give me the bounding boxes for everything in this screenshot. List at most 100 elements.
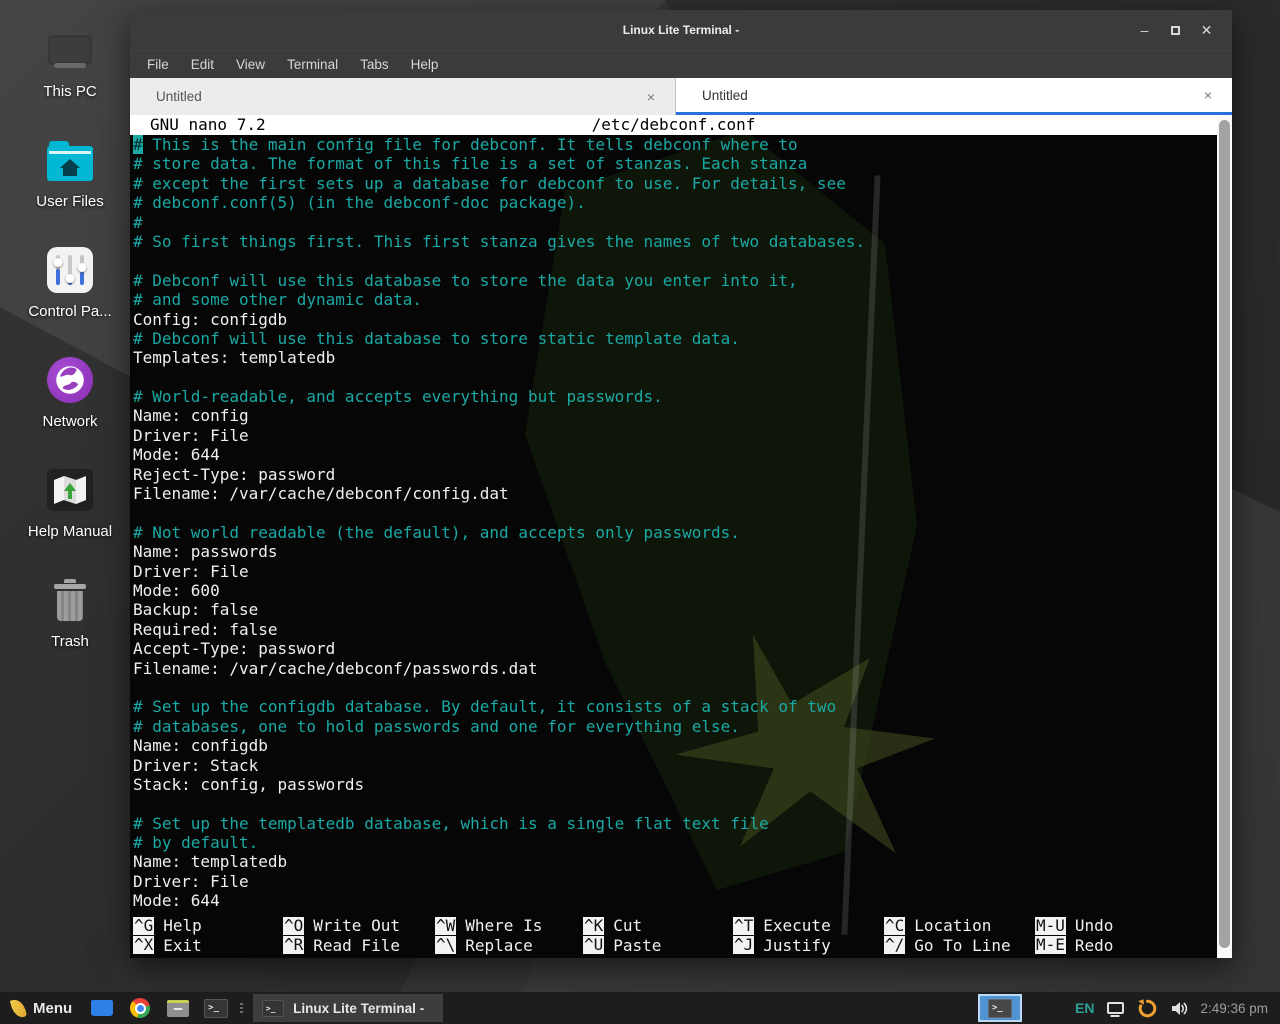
volume-tray[interactable] [1169,996,1189,1020]
terminal-icon: >_ [988,999,1012,1018]
shortcut-label: Write Out [313,916,400,935]
nano-shortcut: ^UPaste [583,936,733,955]
desktop-icon-user-files[interactable]: User Files [0,136,140,210]
terminal-icon: >_ [204,999,228,1018]
tab-bar: Untitled × Untitled × [130,78,1232,115]
nano-shortcut: ^TExecute [733,916,884,935]
desktop-icon-label: User Files [36,193,104,210]
maximize-button[interactable] [1160,10,1191,50]
nano-shortcut-row: ^XExit^RRead File^\Replace^UPaste^JJusti… [133,936,1217,955]
monitor-icon [1107,1002,1124,1014]
shortcut-key: ^R [283,936,304,954]
scrollbar-track[interactable] [1217,115,1232,958]
menu-item[interactable]: File [136,51,180,79]
tab-label: Untitled [156,89,643,104]
shortcut-key: M-U [1035,917,1066,935]
nano-shortcut: M-UUndo [1035,916,1217,935]
editor-line: Driver: File [133,562,1217,581]
chrome-launcher[interactable] [128,996,152,1020]
terminal-launcher[interactable]: >_ [204,996,228,1020]
shortcut-key: ^K [583,917,604,935]
terminal-icon: >_ [262,999,284,1016]
editor-line: Driver: File [133,426,1217,445]
shortcut-label: Read File [313,936,400,955]
folder-home-icon [46,136,94,184]
desktop-icon-help-manual[interactable]: Help Manual [0,466,140,540]
shortcut-label: Paste [613,936,661,955]
window-title: Linux Lite Terminal - [623,23,739,37]
editor-line [133,678,1217,697]
desktop-icon-label: Network [42,413,97,430]
editor-line [133,794,1217,813]
shortcut-label: Location [914,916,991,935]
keyboard-layout-indicator[interactable]: EN [1075,1000,1094,1016]
desktop-icon-trash[interactable]: Trash [0,576,140,650]
editor-line: Templates: templatedb [133,348,1217,367]
tab-close-icon[interactable]: × [1200,87,1216,103]
update-notifier-tray[interactable] [1136,996,1158,1020]
nano-shortcut: ^GHelp [133,916,283,935]
map-icon [46,466,94,514]
editor-line: Stack: config, passwords [133,775,1217,794]
shortcut-label: Redo [1075,936,1114,955]
close-button[interactable]: ✕ [1191,10,1222,50]
editor-line: Name: passwords [133,542,1217,561]
shortcut-label: Go To Line [914,936,1010,955]
editor-line: Mode: 644 [133,891,1217,910]
nano-shortcut: ^WWhere Is [435,916,583,935]
desktop-icon-label: Trash [51,633,89,650]
file-manager-launcher[interactable] [166,996,190,1020]
tab-untitled-2[interactable]: Untitled × [676,78,1232,115]
editor-line: # Set up the configdb database. By defau… [133,697,1217,716]
nano-shortcut-row: ^GHelp^OWrite Out^WWhere Is^KCut^TExecut… [133,916,1217,935]
menu-item[interactable]: Help [400,51,450,79]
show-desktop-button[interactable] [90,996,114,1020]
menu-item[interactable]: Tabs [349,51,400,79]
terminal-surface[interactable]: GNU nano 7.2 /etc/debconf.conf # This is… [130,115,1232,958]
tab-untitled-1[interactable]: Untitled × [130,78,676,115]
shortcut-label: Where Is [465,916,542,935]
editor-line: # and some other dynamic data. [133,290,1217,309]
desktop-icon-label: Control Pa... [28,303,111,320]
editor-line: Driver: File [133,872,1217,891]
clock[interactable]: 2:49:36 pm [1200,1001,1272,1016]
menu-item[interactable]: Terminal [276,51,349,79]
desktop-icon-network[interactable]: Network [0,356,140,430]
task-button-terminal[interactable]: >_ Linux Lite Terminal - [253,994,443,1022]
menu-item[interactable]: View [225,51,276,79]
shortcut-key: M-E [1035,936,1066,954]
shortcut-label: Exit [163,936,202,955]
nano-version: GNU nano 7.2 [130,115,266,134]
nano-shortcut: ^KCut [583,916,733,935]
taskbar: Menu >_ >_ Linux Lite Terminal - >_ EN 2… [0,992,1280,1024]
editor-line [133,503,1217,522]
editor-line: Filename: /var/cache/debconf/config.dat [133,484,1217,503]
editor-line: Name: configdb [133,736,1217,755]
menu-item[interactable]: Edit [180,51,225,79]
display-settings-tray[interactable] [1105,996,1125,1020]
editor-line: # Set up the templatedb database, which … [133,814,1217,833]
minimize-button[interactable]: – [1129,10,1160,50]
shortcut-key: ^\ [435,936,456,954]
tray-terminal-indicator[interactable]: >_ [978,994,1022,1022]
system-tray: >_ EN 2:49:36 pm [978,994,1272,1022]
nano-shortcuts: ^GHelp^OWrite Out^WWhere Is^KCut^TExecut… [133,916,1217,955]
shortcut-key: ^J [733,936,754,954]
editor-line: Backup: false [133,600,1217,619]
shortcut-label: Justify [763,936,830,955]
shortcut-key: ^C [884,917,905,935]
desktop-icon-this-pc[interactable]: This PC [0,26,140,100]
editor-line: Reject-Type: password [133,465,1217,484]
start-menu-button[interactable]: Menu [8,999,76,1018]
editor-line: Mode: 644 [133,445,1217,464]
shortcut-key: ^G [133,917,154,935]
editor-line: Config: configdb [133,310,1217,329]
desktop-icon-control-panel[interactable]: Control Pa... [0,246,140,320]
speaker-icon [1171,1001,1188,1016]
window-titlebar[interactable]: Linux Lite Terminal - – ✕ [130,10,1232,50]
editor-line: Name: config [133,406,1217,425]
tab-close-icon[interactable]: × [643,89,659,105]
editor-line: # by default. [133,833,1217,852]
desktop-icon-label: Help Manual [28,523,112,540]
scrollbar-thumb[interactable] [1219,120,1230,948]
